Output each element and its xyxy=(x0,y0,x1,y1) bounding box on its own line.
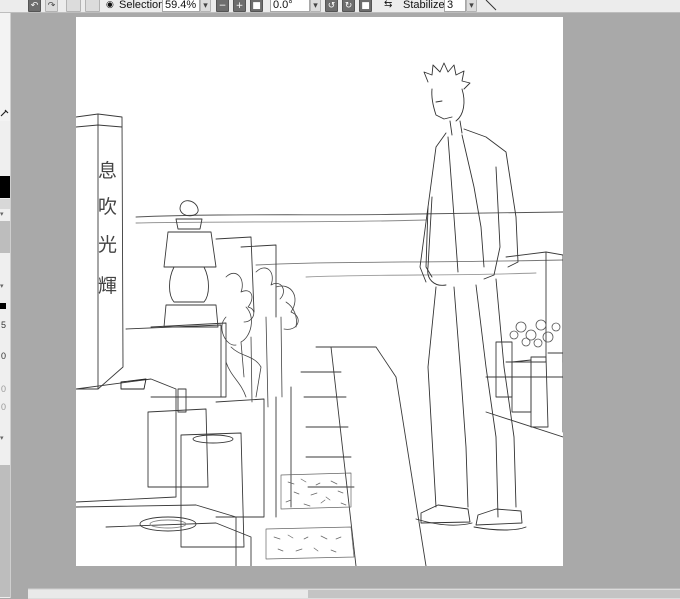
inscription-char-4: 輝 xyxy=(98,275,117,297)
left-tool-panel: ▾ ▾ 5 0 0 0 ▾ xyxy=(0,13,11,598)
panel-value-4: 0 xyxy=(1,402,7,412)
reset-icon: ■ xyxy=(361,0,370,11)
rotate-left-icon: ↺ xyxy=(327,0,336,11)
undo-button[interactable]: ↶ xyxy=(28,0,41,12)
zoom-dropdown-button[interactable]: ▾ xyxy=(200,0,211,12)
panel-divider-1 xyxy=(0,199,10,209)
drawing-paper[interactable]: 息 吹 光 輝 xyxy=(76,17,563,566)
inscription-char-2: 吹 xyxy=(98,196,117,218)
chevron-down-icon: ▾ xyxy=(469,0,474,11)
eye-icon[interactable]: ◉ xyxy=(106,0,117,12)
toolbar-blank-button-2[interactable] xyxy=(85,0,100,12)
selection-label: Selection xyxy=(119,0,165,11)
chevron-down-icon[interactable]: ▾ xyxy=(0,282,10,292)
zoom-fit-button[interactable]: ■ xyxy=(250,0,263,12)
cemetery-sketch: 息 吹 光 輝 xyxy=(76,62,563,566)
scroll-thumb[interactable] xyxy=(308,590,680,598)
panel-value-2: 0 xyxy=(1,351,7,361)
toolbar-blank-button-1[interactable] xyxy=(66,0,81,12)
panel-value-3: 0 xyxy=(1,384,7,394)
plus-icon: + xyxy=(235,0,244,11)
inscription-char-1: 息 xyxy=(98,160,117,182)
minus-icon: − xyxy=(218,0,227,11)
redo-button[interactable]: ↷ xyxy=(45,0,58,12)
pebble-bed xyxy=(265,472,355,560)
rotation-field[interactable]: 0.0° xyxy=(270,0,310,12)
stabilizer-dropdown-button[interactable]: ▾ xyxy=(466,0,477,12)
inscription-char-3: 光 xyxy=(98,234,117,256)
panel-value-1: 5 xyxy=(1,320,7,330)
stabilizer-field[interactable]: 3 xyxy=(444,0,466,12)
gravestone-inscription: 息 吹 光 輝 xyxy=(98,160,117,297)
rotate-reset-button[interactable]: ■ xyxy=(359,0,372,12)
rotation-dropdown-button[interactable]: ▾ xyxy=(310,0,321,12)
secondary-color-swatch[interactable] xyxy=(0,302,10,311)
standing-man-figure xyxy=(415,62,527,531)
redo-icon: ↷ xyxy=(47,0,56,11)
horizontal-scrollbar[interactable]: ◂ xyxy=(28,588,680,599)
panel-sample-color-icon[interactable] xyxy=(0,108,10,118)
stabilizer-label: Stabilizer xyxy=(403,0,449,11)
zoom-field[interactable]: 59.4% xyxy=(162,0,200,12)
panel-scroll-thumb[interactable] xyxy=(0,221,10,253)
scroll-track[interactable] xyxy=(28,590,308,598)
primary-color-swatch[interactable] xyxy=(0,176,10,198)
chevron-down-icon: ▾ xyxy=(203,0,208,11)
undo-icon: ↶ xyxy=(30,0,39,11)
panel-scrollbar[interactable] xyxy=(0,465,10,597)
right-flowers xyxy=(509,319,561,348)
lily-bouquet xyxy=(221,267,299,408)
rotate-left-button[interactable]: ↺ xyxy=(325,0,338,12)
top-toolbar: ↶ ↷ ◉ Selection 59.4% ▾ − + ■ 0.0° ▾ ↺ ↻… xyxy=(0,0,680,13)
fit-icon: ■ xyxy=(252,0,261,11)
chevron-down-icon[interactable]: ▾ xyxy=(0,434,10,444)
zoom-in-button[interactable]: + xyxy=(233,0,246,12)
rotate-right-button[interactable]: ↻ xyxy=(342,0,355,12)
chevron-down-icon[interactable]: ▾ xyxy=(0,210,10,220)
pen-icon[interactable] xyxy=(484,0,498,12)
rotate-right-icon: ↻ xyxy=(344,0,353,11)
panel-section-top xyxy=(0,13,10,121)
chevron-down-icon: ▾ xyxy=(313,0,318,11)
zoom-out-button[interactable]: − xyxy=(216,0,229,12)
flip-horizontal-icon[interactable]: ⇆ xyxy=(384,0,396,12)
